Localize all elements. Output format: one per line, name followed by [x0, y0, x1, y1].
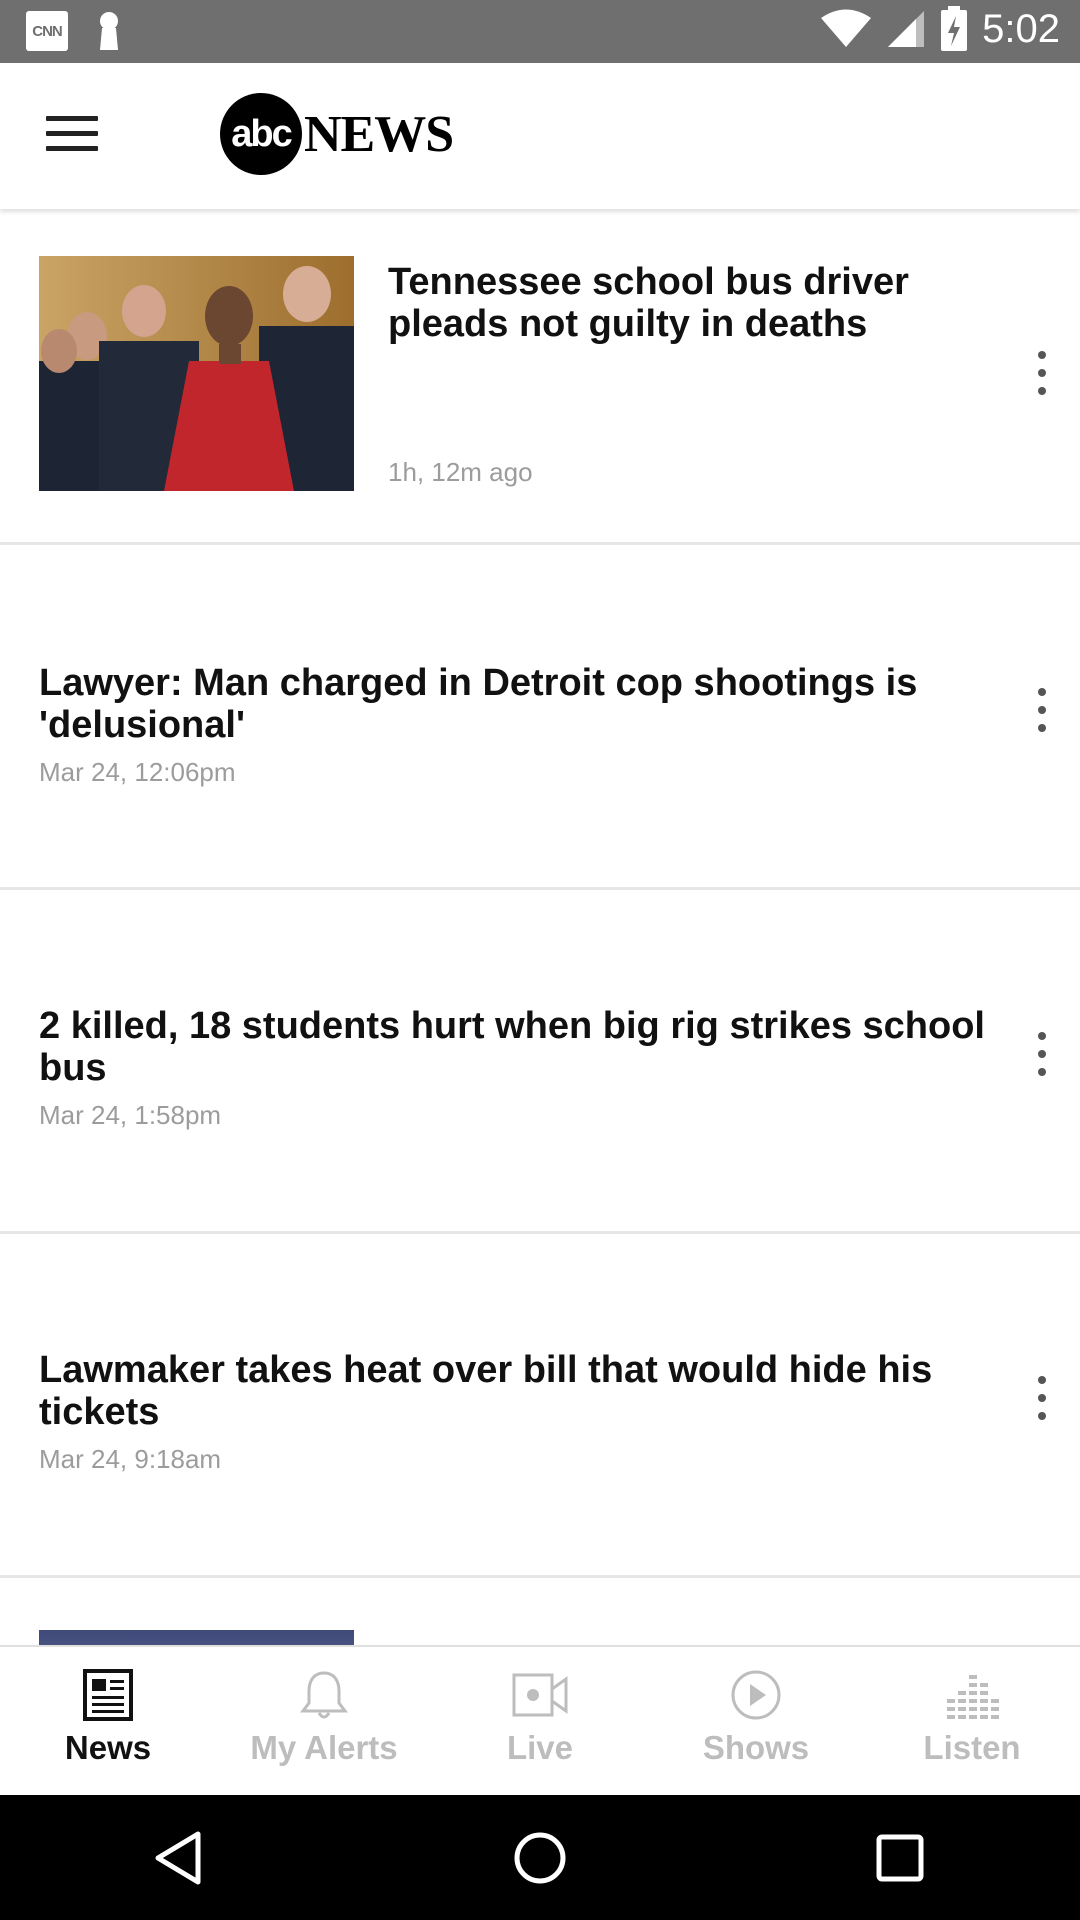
story-item[interactable]: Tennessee school bus driver pleads not g… — [0, 209, 1080, 545]
newspaper-icon — [83, 1669, 133, 1721]
news-feed[interactable]: Tennessee school bus driver pleads not g… — [0, 209, 1080, 1645]
story-item[interactable] — [0, 1578, 1080, 1645]
audio-bars-icon — [947, 1675, 999, 1719]
nav-news[interactable]: News — [0, 1647, 216, 1797]
logo-mark: abc — [220, 93, 302, 175]
story-thumbnail[interactable] — [39, 1630, 354, 1645]
clock-time: 5:02 — [982, 6, 1060, 51]
story-timestamp: Mar 24, 1:58pm — [39, 1100, 222, 1130]
video-camera-icon — [512, 1673, 568, 1717]
status-bar: CNN 5:02 — [0, 0, 1080, 63]
story-item[interactable]: 2 killed, 18 students hurt when big rig … — [0, 890, 1080, 1234]
cell-signal-icon — [888, 11, 925, 47]
logo-text: NEWS — [304, 105, 454, 163]
abc-news-logo: abc NEWS — [220, 93, 454, 175]
keyhole-notification-icon — [100, 12, 118, 50]
play-circle-icon — [731, 1670, 781, 1720]
recents-icon[interactable] — [870, 1828, 930, 1888]
hamburger-menu-icon[interactable] — [46, 116, 98, 156]
nav-my-alerts[interactable]: My Alerts — [216, 1647, 432, 1797]
back-icon[interactable] — [150, 1828, 210, 1888]
app-bar: abc NEWS — [0, 63, 1080, 209]
story-title[interactable]: Tennessee school bus driver pleads not g… — [388, 261, 988, 345]
bottom-navigation: News My Alerts Live Shows Listen — [0, 1645, 1080, 1797]
nav-label: Listen — [923, 1729, 1021, 1766]
system-navigation-bar — [0, 1795, 1080, 1920]
story-item[interactable]: Lawyer: Man charged in Detroit cop shoot… — [0, 545, 1080, 890]
more-options-icon[interactable] — [1032, 351, 1052, 395]
story-thumbnail[interactable] — [39, 256, 354, 491]
home-icon[interactable] — [510, 1828, 570, 1888]
story-title[interactable]: Lawyer: Man charged in Detroit cop shoot… — [39, 662, 999, 746]
nav-label: Shows — [702, 1729, 810, 1766]
bell-icon — [300, 1671, 348, 1719]
cnn-notification-icon: CNN — [26, 11, 68, 51]
nav-listen[interactable]: Listen — [864, 1647, 1080, 1797]
story-timestamp: Mar 24, 9:18am — [39, 1444, 222, 1474]
nav-live[interactable]: Live — [432, 1647, 648, 1797]
wifi-icon — [821, 9, 872, 47]
nav-label: News — [64, 1729, 152, 1766]
nav-label: Live — [506, 1729, 574, 1766]
battery-charging-icon — [941, 6, 968, 51]
story-title[interactable]: Lawmaker takes heat over bill that would… — [39, 1349, 999, 1433]
story-item[interactable]: Lawmaker takes heat over bill that would… — [0, 1234, 1080, 1578]
nav-shows[interactable]: Shows — [648, 1647, 864, 1797]
story-timestamp: Mar 24, 12:06pm — [39, 757, 236, 787]
more-options-icon[interactable] — [1032, 1376, 1052, 1420]
story-title[interactable]: 2 killed, 18 students hurt when big rig … — [39, 1005, 999, 1089]
story-timestamp: 1h, 12m ago — [388, 457, 533, 487]
nav-label: My Alerts — [250, 1729, 398, 1766]
more-options-icon[interactable] — [1032, 1032, 1052, 1076]
more-options-icon[interactable] — [1032, 688, 1052, 732]
